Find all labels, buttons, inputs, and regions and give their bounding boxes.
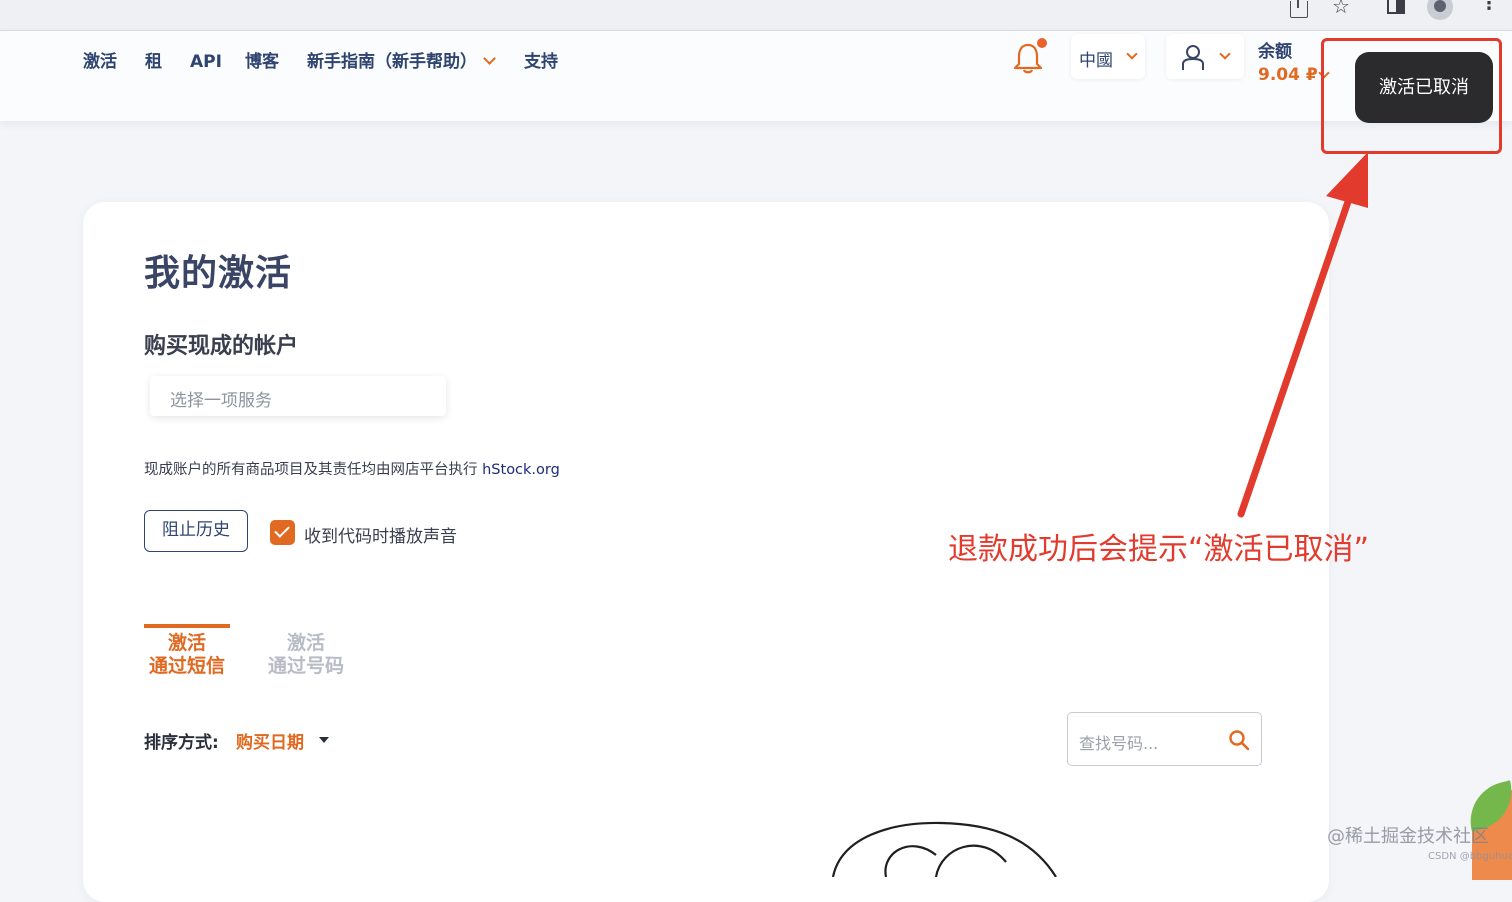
tab-line1: 激活 (286, 632, 325, 654)
nav-support[interactable]: 支持 (524, 51, 558, 73)
search-placeholder: 查找号码... (1079, 734, 1159, 753)
nav-api[interactable]: API (190, 51, 222, 73)
chevron-down-icon (1126, 48, 1138, 60)
tab-activation-sms[interactable]: 激活 通过短信 (144, 624, 230, 678)
balance-label: 余额 (1258, 42, 1292, 62)
empty-state-illustration (831, 821, 1057, 877)
notification-dot (1037, 38, 1047, 48)
disclaimer-text: 现成账户的所有商品项目及其责任均由网店平台执行 (144, 462, 483, 478)
nav-blog[interactable]: 博客 (245, 51, 279, 73)
sound-checkbox-label: 收到代码时播放声音 (304, 527, 457, 547)
user-icon (1182, 45, 1204, 70)
side-panel-icon[interactable] (1387, 0, 1405, 14)
chevron-down-icon (483, 52, 496, 65)
annotation-text: 退款成功后会提示“激活已取消” (948, 532, 1370, 567)
user-menu[interactable] (1166, 34, 1244, 79)
blocked-history-button[interactable]: 阻止历史 (144, 510, 248, 552)
bookmark-star-icon[interactable]: ☆ (1332, 0, 1350, 16)
browser-toolbar: ☆ ⋮ (0, 0, 1512, 31)
tab-line2: 通过号码 (267, 655, 344, 677)
search-input[interactable]: 查找号码... (1067, 712, 1262, 766)
nav-activation[interactable]: 激活 (83, 51, 117, 73)
watermark-small: CSDN @bbguhuang (1428, 851, 1512, 862)
service-select-placeholder: 选择一项服务 (170, 391, 272, 411)
sort-label: 排序方式: (144, 733, 219, 753)
search-icon[interactable] (1228, 729, 1250, 751)
sort-dropdown[interactable]: 购买日期 (236, 728, 304, 753)
browser-menu-icon[interactable]: ⋮ (1480, 0, 1498, 14)
tab-activation-number[interactable]: 激活 通过号码 (263, 624, 349, 678)
sound-checkbox[interactable] (270, 520, 295, 545)
disclaimer: 现成账户的所有商品项目及其责任均由网店平台执行 hStock.org (144, 458, 560, 479)
hstock-link[interactable]: hStock.org (482, 462, 560, 478)
site-header: 激活 租 API 博客 新手指南（新手帮助） 支持 中國 余额 9.04 ₽ (0, 31, 1512, 121)
share-icon[interactable] (1290, 0, 1308, 18)
tab-line2: 通过短信 (148, 655, 225, 677)
caret-down-icon (319, 737, 329, 743)
nav-rent[interactable]: 租 (145, 51, 162, 73)
chevron-down-icon (1219, 48, 1231, 60)
language-label: 中國 (1079, 51, 1113, 71)
nav-guide-label: 新手指南（新手帮助） (307, 52, 477, 72)
section-title: 购买现成的帐户 (144, 334, 299, 359)
balance-value[interactable]: 9.04 ₽ (1258, 65, 1318, 85)
annotation-highlight-box (1321, 38, 1502, 154)
nav-guide[interactable]: 新手指南（新手帮助） (307, 51, 496, 73)
service-select[interactable]: 选择一项服务 (150, 376, 446, 416)
profile-avatar-icon[interactable] (1427, 0, 1453, 20)
language-selector[interactable]: 中國 (1071, 34, 1145, 79)
tab-line1: 激活 (167, 632, 206, 654)
watermark: @稀土掘金技术社区 (1327, 826, 1489, 847)
page-title: 我的激活 (144, 253, 293, 294)
